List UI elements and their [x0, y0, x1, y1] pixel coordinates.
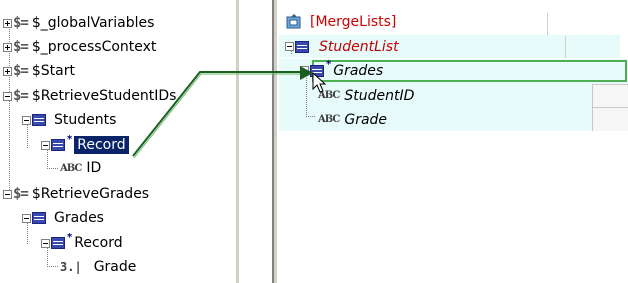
mapping-line — [132, 66, 313, 159]
mouse-cursor-icon — [312, 72, 327, 93]
